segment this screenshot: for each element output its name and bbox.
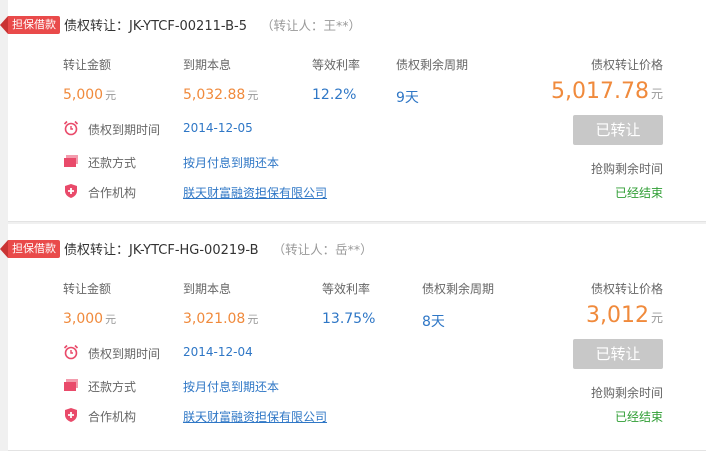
rate-label: 等效利率 [312,58,361,72]
card-title[interactable]: 债权转让：JK-YTCF-00211-B-5 （转让人：王**） [64,16,361,36]
cards-icon [64,379,78,391]
transferred-button[interactable]: 已转让 [573,339,663,369]
period-value: 8天 [422,314,445,330]
transferred-button[interactable]: 已转让 [573,115,663,145]
price-value: 5,017.78 元 [551,79,663,104]
amount-label: 转让金额 [63,282,112,296]
price-value: 3,012 元 [586,303,663,328]
transferor-text: （转让人：岳**） [272,242,373,257]
due-date-label: 债权到期时间 [88,123,161,137]
principal-label: 到期本息 [183,282,232,296]
repay-method-link[interactable]: 按月付息到期还本 [183,154,279,171]
rate-value: 12.2% [312,87,357,103]
repay-method-label: 还款方式 [88,380,137,394]
remain-time-label: 抢购剩余时间 [590,162,663,176]
debt-transfer-card: 担保借款 债权转让：JK-YTCF-HG-00219-B （转让人：岳**） 转让… [0,224,706,451]
cards-icon [64,155,78,167]
amount-label: 转让金额 [63,58,112,72]
debt-transfer-card: 担保借款 债权转让：JK-YTCF-00211-B-5 （转让人：王**） 转让金… [0,0,706,222]
card-title[interactable]: 债权转让：JK-YTCF-HG-00219-B （转让人：岳**） [64,240,373,260]
period-label: 债权剩余周期 [396,58,469,72]
due-date-value: 2014-12-04 [183,345,253,359]
period-value: 9天 [396,90,419,106]
principal-value: 3,021.08 元 [183,311,259,327]
amount-value: 3,000 元 [63,311,117,327]
amount-value: 5,000 元 [63,87,117,103]
status-ended: 已经结束 [614,410,663,424]
partner-link[interactable]: 朕天财富融资担保有限公司 [183,408,327,425]
remain-time-label: 抢购剩余时间 [590,386,663,400]
repay-method-label: 还款方式 [88,156,137,170]
card-title-text[interactable]: 债权转让：JK-YTCF-HG-00219-B [64,243,259,258]
status-ended: 已经结束 [614,186,663,200]
principal-value: 5,032.88 元 [183,87,259,103]
due-date-label: 债权到期时间 [88,347,161,361]
card-title-text[interactable]: 债权转让：JK-YTCF-00211-B-5 [64,19,247,34]
transferor-text: （转让人：王**） [260,18,361,33]
shield-plus-icon [65,184,77,198]
price-label: 债权转让价格 [590,282,663,296]
alarm-clock-icon [63,120,79,136]
shield-plus-icon [65,408,77,422]
partner-label: 合作机构 [88,186,137,200]
repay-method-link[interactable]: 按月付息到期还本 [183,378,279,395]
principal-label: 到期本息 [183,58,232,72]
price-label: 债权转让价格 [590,58,663,72]
loan-type-tag: 担保借款 [0,16,60,34]
rate-label: 等效利率 [322,282,371,296]
rate-value: 13.75% [322,311,376,327]
alarm-clock-icon [63,344,79,360]
partner-label: 合作机构 [88,410,137,424]
due-date-value: 2014-12-05 [183,121,253,135]
loan-type-tag: 担保借款 [0,240,60,258]
partner-link[interactable]: 朕天财富融资担保有限公司 [183,184,327,201]
debt-transfer-list: 担保借款 债权转让：JK-YTCF-00211-B-5 （转让人：王**） 转让金… [0,0,706,451]
period-label: 债权剩余周期 [422,282,495,296]
